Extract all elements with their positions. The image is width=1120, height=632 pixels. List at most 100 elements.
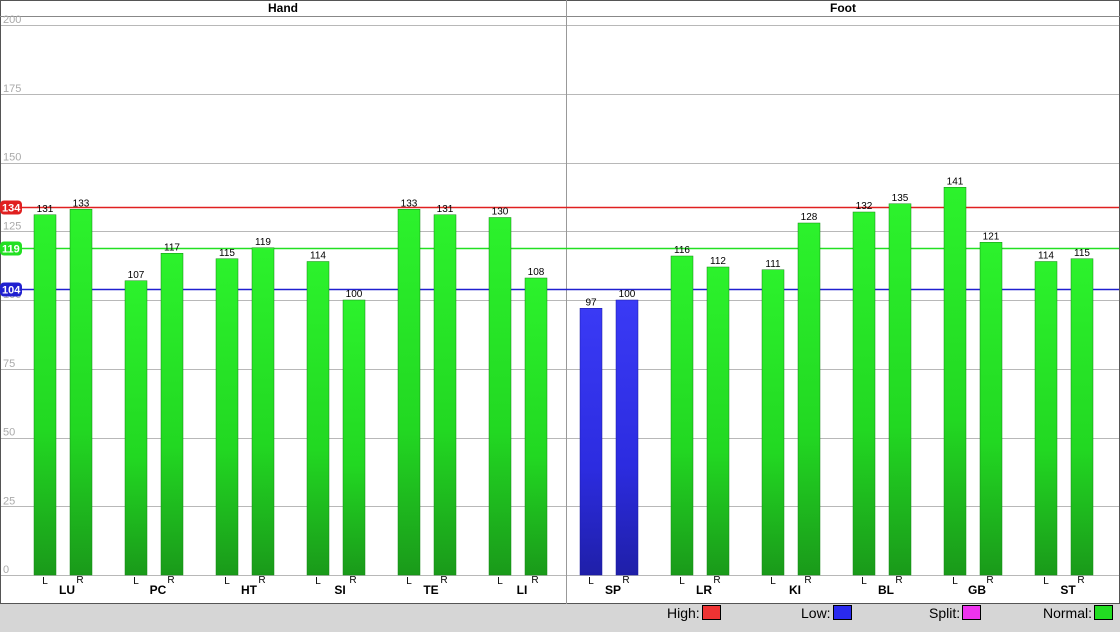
side-label: L (861, 576, 867, 587)
bar (342, 299, 366, 576)
bar-value-label: 100 (346, 289, 363, 300)
bar-value-label: 114 (310, 251, 326, 262)
bar-value-label: 141 (947, 176, 964, 187)
side-label: R (76, 575, 83, 586)
group-label: SI (334, 583, 345, 597)
group-label: SP (605, 583, 621, 597)
legend-label: Normal: (1043, 605, 1093, 621)
bar-value-label: 116 (674, 245, 690, 256)
bar-value-label: 135 (892, 193, 909, 204)
legend-item-split: Split: (929, 605, 982, 621)
group-label: TE (423, 583, 438, 597)
side-label: R (440, 575, 447, 586)
bar (397, 209, 421, 576)
side-label: L (679, 576, 685, 587)
bar-chart: Hand Foot 0 25 50 75 100 125 150 175 200 134 119 10… (0, 0, 1120, 604)
side-label: R (986, 575, 993, 586)
legend-label: Low: (801, 605, 831, 621)
bar (579, 308, 603, 576)
threshold-label: 134 (2, 203, 21, 215)
side-label: R (804, 575, 811, 586)
y-tick-label: 175 (3, 83, 21, 95)
bar (306, 261, 330, 576)
bar-value-label: 112 (710, 256, 726, 267)
legend-swatch (1094, 605, 1114, 620)
bar-value-label: 108 (528, 267, 545, 278)
side-label: R (1077, 575, 1084, 586)
side-label: R (622, 575, 629, 586)
bar-value-label: 111 (765, 259, 781, 270)
y-tick-label: 150 (3, 152, 21, 164)
threshold-label: 119 (2, 244, 20, 256)
legend-swatch (832, 605, 852, 620)
bar (251, 247, 275, 576)
bar (488, 217, 512, 576)
bar-value-label: 121 (983, 231, 1000, 242)
y-tick-label: 0 (3, 564, 9, 576)
bar (33, 214, 57, 576)
bar (160, 253, 184, 576)
side-label: R (713, 575, 720, 586)
bar (1070, 258, 1094, 576)
bar-value-label: 97 (585, 297, 597, 308)
bar (943, 187, 967, 576)
bar-value-label: 119 (255, 237, 271, 248)
side-label: L (952, 576, 958, 587)
side-label: L (133, 576, 139, 587)
bar-value-label: 100 (619, 289, 636, 300)
legend-item-normal: Normal: (1043, 605, 1114, 621)
bar-value-label: 133 (401, 198, 418, 209)
side-label: L (42, 576, 48, 587)
bar (761, 269, 785, 576)
group-label: HT (241, 583, 258, 597)
side-label: L (1043, 576, 1049, 587)
bar-value-label: 107 (128, 270, 145, 281)
group-label: BL (878, 583, 894, 597)
bar (69, 209, 93, 576)
group-label: ST (1060, 583, 1076, 597)
bar-value-label: 132 (856, 201, 873, 212)
bar-value-label: 128 (801, 212, 818, 223)
y-tick-label: 200 (3, 14, 21, 26)
bar (670, 255, 694, 576)
section-title: Foot (830, 1, 856, 15)
legend-swatch (962, 605, 982, 620)
side-label: L (315, 576, 321, 587)
group-label: LI (517, 583, 528, 597)
group-label: KI (789, 583, 801, 597)
group-label: LU (59, 583, 75, 597)
legend-label: High: (667, 605, 700, 621)
bar (124, 280, 148, 576)
group-label: LR (696, 583, 712, 597)
side-label: L (588, 576, 594, 587)
bar-value-label: 115 (1074, 248, 1090, 259)
group-label: GB (968, 583, 986, 597)
bar (888, 203, 912, 576)
bar (852, 211, 876, 576)
side-label: R (167, 575, 174, 586)
bar-value-label: 117 (164, 242, 180, 253)
group-label: PC (150, 583, 167, 597)
bar-value-label: 114 (1038, 251, 1054, 262)
legend: High: Low: Split: Normal: (0, 603, 1120, 632)
legend-swatch (701, 605, 721, 620)
bar (797, 222, 821, 576)
y-tick-label: 125 (3, 220, 21, 232)
legend-item-low: Low: (801, 605, 852, 621)
side-label: R (258, 575, 265, 586)
threshold-label: 104 (2, 285, 21, 297)
chart-root: Hand Foot 0 25 50 75 100 125 150 175 200 134 119 10… (0, 0, 1120, 632)
side-label: R (895, 575, 902, 586)
bar (215, 258, 239, 576)
bar-value-label: 131 (37, 204, 54, 215)
bar (979, 242, 1003, 576)
bar (1034, 261, 1058, 576)
legend-item-high: High: (667, 605, 721, 621)
side-label: L (497, 576, 503, 587)
side-label: L (224, 576, 230, 587)
side-label: L (770, 576, 776, 587)
y-tick-label: 75 (3, 358, 15, 370)
bar (433, 214, 457, 576)
bar-value-label: 130 (492, 207, 509, 218)
bar-value-label: 133 (73, 198, 90, 209)
